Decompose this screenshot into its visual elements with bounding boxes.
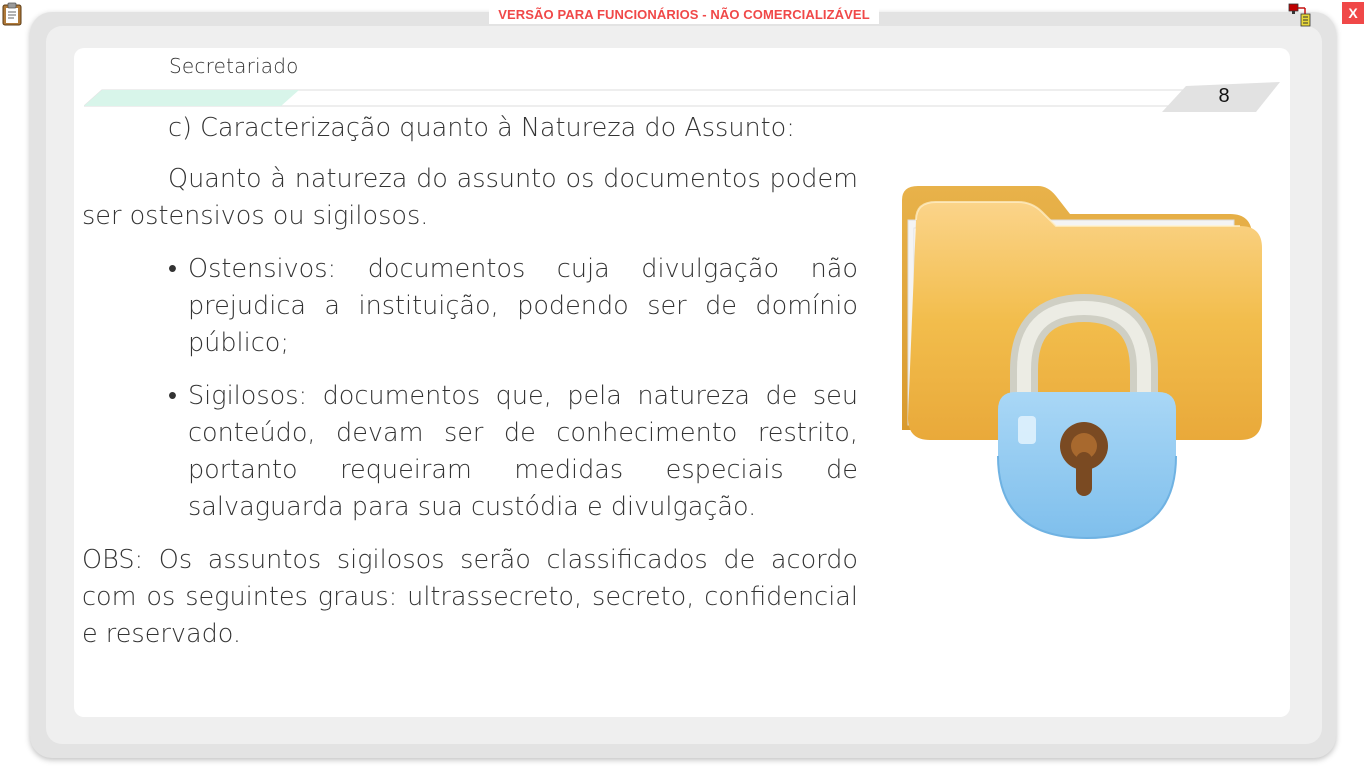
bullet-text: Ostensivos: documentos cuja divulgação n… xyxy=(188,254,858,358)
page-number: 8 xyxy=(1218,85,1230,107)
bullet-text: Sigilosos: documentos que, pela natureza… xyxy=(188,381,858,522)
locked-folder-icon xyxy=(902,186,1262,540)
clipboard-icon[interactable] xyxy=(2,2,22,26)
document-body: c) Caracterização quanto à Natureza do A… xyxy=(82,110,858,653)
bullet-item: • Ostensivos: documentos cuja divulgação… xyxy=(82,251,858,362)
bullet-item: • Sigilosos: documentos que, pela nature… xyxy=(82,378,858,526)
subsection-title: c) Caracterização quanto à Natureza do A… xyxy=(168,113,795,143)
bullet-marker: • xyxy=(168,254,177,284)
intro-paragraph: Quanto à natureza do assunto os document… xyxy=(82,164,858,231)
obs-paragraph: OBS: Os assuntos sigilosos serão classif… xyxy=(82,545,858,649)
section-title: Secretariado xyxy=(169,54,299,78)
bullet-marker: • xyxy=(168,381,177,411)
close-button[interactable]: X xyxy=(1342,2,1364,24)
watermark-banner: VERSÃO PARA FUNCIONÁRIOS - NÃO COMERCIAL… xyxy=(489,6,879,24)
network-status-icon[interactable] xyxy=(1287,2,1315,28)
